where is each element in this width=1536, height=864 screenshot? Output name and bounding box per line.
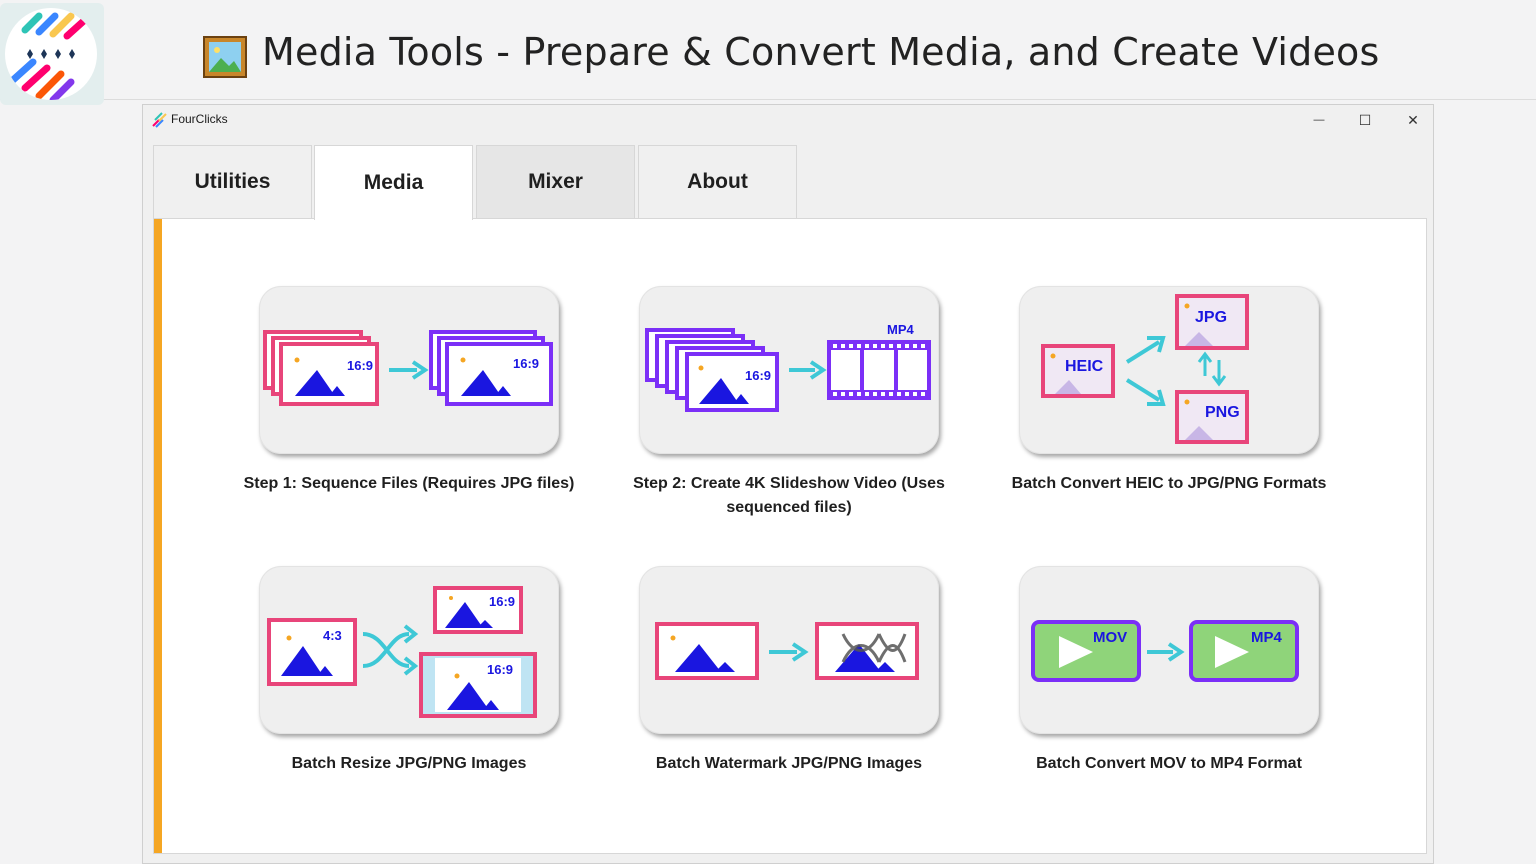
badge-label: 16:9 bbox=[745, 368, 771, 383]
create-slideshow-button[interactable]: 16:9 MP4 bbox=[639, 286, 939, 454]
accent-bar bbox=[154, 219, 162, 853]
minimize-button[interactable]: — bbox=[1301, 109, 1337, 131]
badge-label: 16:9 bbox=[347, 358, 373, 373]
badge-label: HEIC bbox=[1065, 358, 1104, 375]
sequence-files-icon: 16:9 16:9 bbox=[263, 330, 553, 406]
tab-label: Mixer bbox=[528, 170, 583, 193]
sequence-files-caption: Step 1: Sequence Files (Requires JPG fil… bbox=[243, 475, 575, 492]
badge-label: 16:9 bbox=[513, 356, 539, 371]
heic-convert-caption: Batch Convert HEIC to JPG/PNG Formats bbox=[1011, 475, 1327, 492]
mov-to-mp4-button[interactable]: MOV MP4 bbox=[1019, 566, 1319, 734]
media-tab-panel: 16:9 16:9 Step 1: Sequence Files (Requir… bbox=[153, 218, 1427, 854]
badge-label: PNG bbox=[1205, 404, 1240, 421]
tab-media[interactable]: Media bbox=[314, 145, 473, 220]
batch-resize-button[interactable]: 4:3 16:9 16:9 bbox=[259, 566, 559, 734]
maximize-button[interactable]: ☐ bbox=[1347, 109, 1383, 131]
heic-convert-icon: HEIC JPG PNG bbox=[1041, 294, 1249, 444]
framed-picture-icon bbox=[203, 36, 247, 78]
window-titlebar[interactable]: FourClicks — ☐ ✕ bbox=[143, 105, 1433, 135]
tab-label: Utilities bbox=[194, 170, 271, 193]
fourclicks-logo-icon bbox=[0, 3, 104, 105]
tab-utilities[interactable]: Utilities bbox=[153, 145, 312, 218]
badge-label: MOV bbox=[1093, 629, 1127, 646]
mov-to-mp4-icon: MOV MP4 bbox=[1031, 620, 1299, 682]
app-icon bbox=[151, 112, 167, 128]
tab-about[interactable]: About bbox=[638, 145, 797, 218]
badge-label: 4:3 bbox=[323, 628, 342, 643]
create-slideshow-icon: 16:9 MP4 bbox=[645, 322, 931, 412]
badge-label: MP4 bbox=[1251, 629, 1283, 646]
tab-mixer[interactable]: Mixer bbox=[476, 145, 635, 218]
badge-label: 16:9 bbox=[487, 662, 513, 677]
mov-to-mp4-caption: Batch Convert MOV to MP4 Format bbox=[1036, 755, 1302, 772]
window-title: FourClicks bbox=[171, 112, 228, 126]
badge-label: 16:9 bbox=[489, 594, 515, 609]
page-title: Media Tools - Prepare & Convert Media, a… bbox=[262, 30, 1380, 74]
app-window: FourClicks — ☐ ✕ Utilities Media Mixer A… bbox=[142, 104, 1434, 864]
close-icon: ✕ bbox=[1407, 111, 1419, 128]
close-button[interactable]: ✕ bbox=[1395, 109, 1431, 131]
maximize-icon: ☐ bbox=[1358, 111, 1372, 128]
batch-watermark-button[interactable] bbox=[639, 566, 939, 734]
heic-convert-button[interactable]: HEIC JPG PNG bbox=[1019, 286, 1319, 454]
batch-resize-caption: Batch Resize JPG/PNG Images bbox=[291, 755, 527, 772]
sequence-files-button[interactable]: 16:9 16:9 bbox=[259, 286, 559, 454]
tab-label: About bbox=[687, 170, 748, 193]
batch-watermark-icon bbox=[655, 622, 919, 680]
batch-watermark-caption: Batch Watermark JPG/PNG Images bbox=[655, 755, 923, 772]
badge-label: JPG bbox=[1195, 309, 1227, 326]
badge-label: MP4 bbox=[887, 322, 915, 337]
minimize-icon: — bbox=[1313, 114, 1325, 126]
create-slideshow-caption: Step 2: Create 4K Slideshow Video (Uses … bbox=[633, 475, 945, 516]
app-banner: Media Tools - Prepare & Convert Media, a… bbox=[0, 0, 1536, 105]
batch-resize-icon: 4:3 16:9 16:9 bbox=[267, 586, 537, 718]
tab-label: Media bbox=[363, 171, 424, 194]
